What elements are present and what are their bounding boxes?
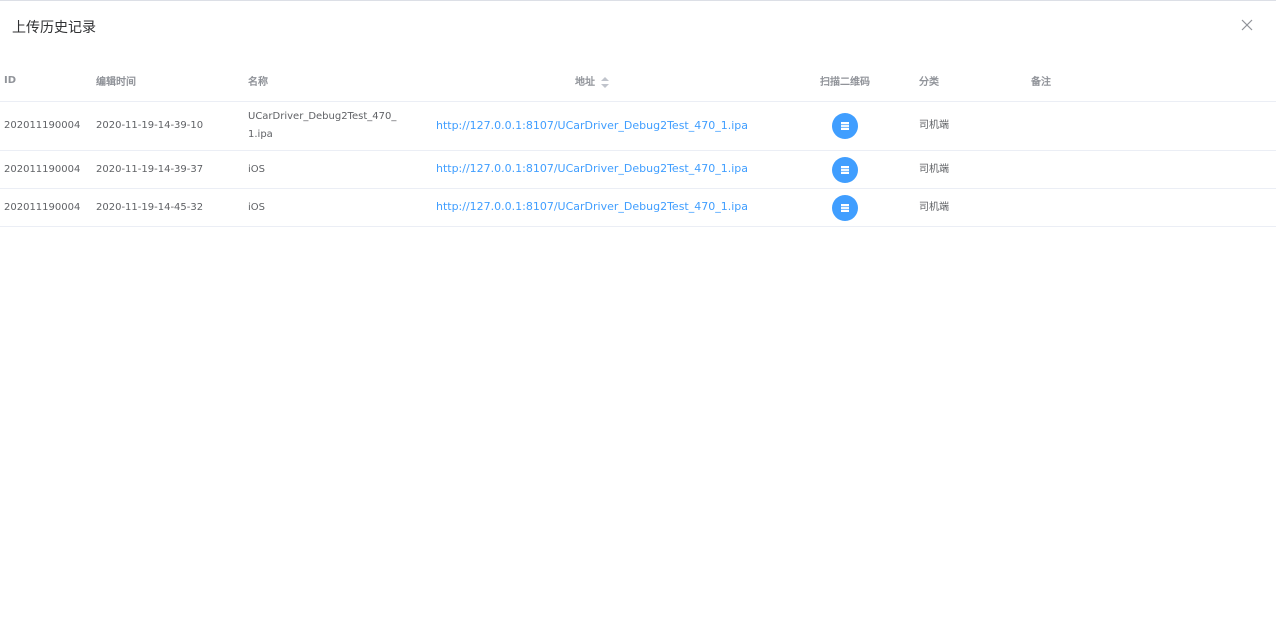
cell-edit-time: 2020-11-19-14-45-32 — [92, 188, 244, 227]
qr-code-icon — [841, 122, 849, 130]
close-button[interactable] — [1240, 18, 1254, 32]
close-icon — [1241, 19, 1253, 31]
qr-code-icon — [841, 165, 849, 174]
column-header-name: 名称 — [244, 60, 409, 102]
qr-code-button[interactable] — [832, 113, 858, 139]
column-header-edit-time: 编辑时间 — [92, 60, 244, 102]
cell-name: iOS — [244, 150, 409, 189]
column-header-url[interactable]: 地址 — [409, 60, 775, 102]
cell-id: 202011190004 — [0, 188, 92, 227]
cell-remark — [1027, 101, 1276, 151]
column-header-url-label: 地址 — [575, 77, 595, 88]
qr-code-button[interactable] — [832, 194, 858, 221]
table-row: 202011190004 2020-11-19-14-45-32 iOS htt… — [0, 188, 1276, 227]
table-header-row: ID 编辑时间 名称 地址 扫描二维码 分类 备注 — [0, 60, 1276, 102]
download-link[interactable]: http://127.0.0.1:8107/UCarDriver_Debug2T… — [436, 119, 748, 132]
cell-qr — [775, 101, 915, 151]
table-row: 202011190004 2020-11-19-14-39-37 iOS htt… — [0, 150, 1276, 189]
cell-category: 司机端 — [915, 188, 1027, 227]
cell-qr — [775, 188, 915, 227]
cell-id: 202011190004 — [0, 101, 92, 151]
column-header-remark: 备注 — [1027, 60, 1276, 102]
sort-caret-icon[interactable] — [601, 76, 609, 88]
cell-remark — [1027, 150, 1276, 189]
cell-name: iOS — [244, 188, 409, 227]
cell-name: UCarDriver_Debug2Test_470_1.ipa — [244, 101, 409, 151]
cell-qr — [775, 150, 915, 189]
download-link[interactable]: http://127.0.0.1:8107/UCarDriver_Debug2T… — [436, 162, 748, 175]
qr-code-icon — [841, 203, 849, 212]
cell-remark — [1027, 188, 1276, 227]
upload-history-dialog: 上传历史记录 ID 编辑时间 名称 地址 扫描二维码 分类 备注 2020111… — [0, 0, 1276, 636]
cell-category: 司机端 — [915, 150, 1027, 189]
table-row: 202011190004 2020-11-19-14-39-10 UCarDri… — [0, 101, 1276, 151]
cell-url: http://127.0.0.1:8107/UCarDriver_Debug2T… — [409, 150, 775, 189]
cell-url: http://127.0.0.1:8107/UCarDriver_Debug2T… — [409, 188, 775, 227]
cell-id: 202011190004 — [0, 150, 92, 189]
download-link[interactable]: http://127.0.0.1:8107/UCarDriver_Debug2T… — [436, 200, 748, 213]
history-table: ID 编辑时间 名称 地址 扫描二维码 分类 备注 202011190004 2… — [0, 60, 1276, 227]
cell-url: http://127.0.0.1:8107/UCarDriver_Debug2T… — [409, 101, 775, 151]
cell-category: 司机端 — [915, 101, 1027, 151]
column-header-qr: 扫描二维码 — [775, 60, 915, 102]
cell-edit-time: 2020-11-19-14-39-10 — [92, 101, 244, 151]
column-header-id: ID — [0, 60, 92, 102]
qr-code-button[interactable] — [832, 156, 858, 183]
cell-edit-time: 2020-11-19-14-39-37 — [92, 150, 244, 189]
dialog-title: 上传历史记录 — [12, 20, 96, 36]
column-header-category: 分类 — [915, 60, 1027, 102]
